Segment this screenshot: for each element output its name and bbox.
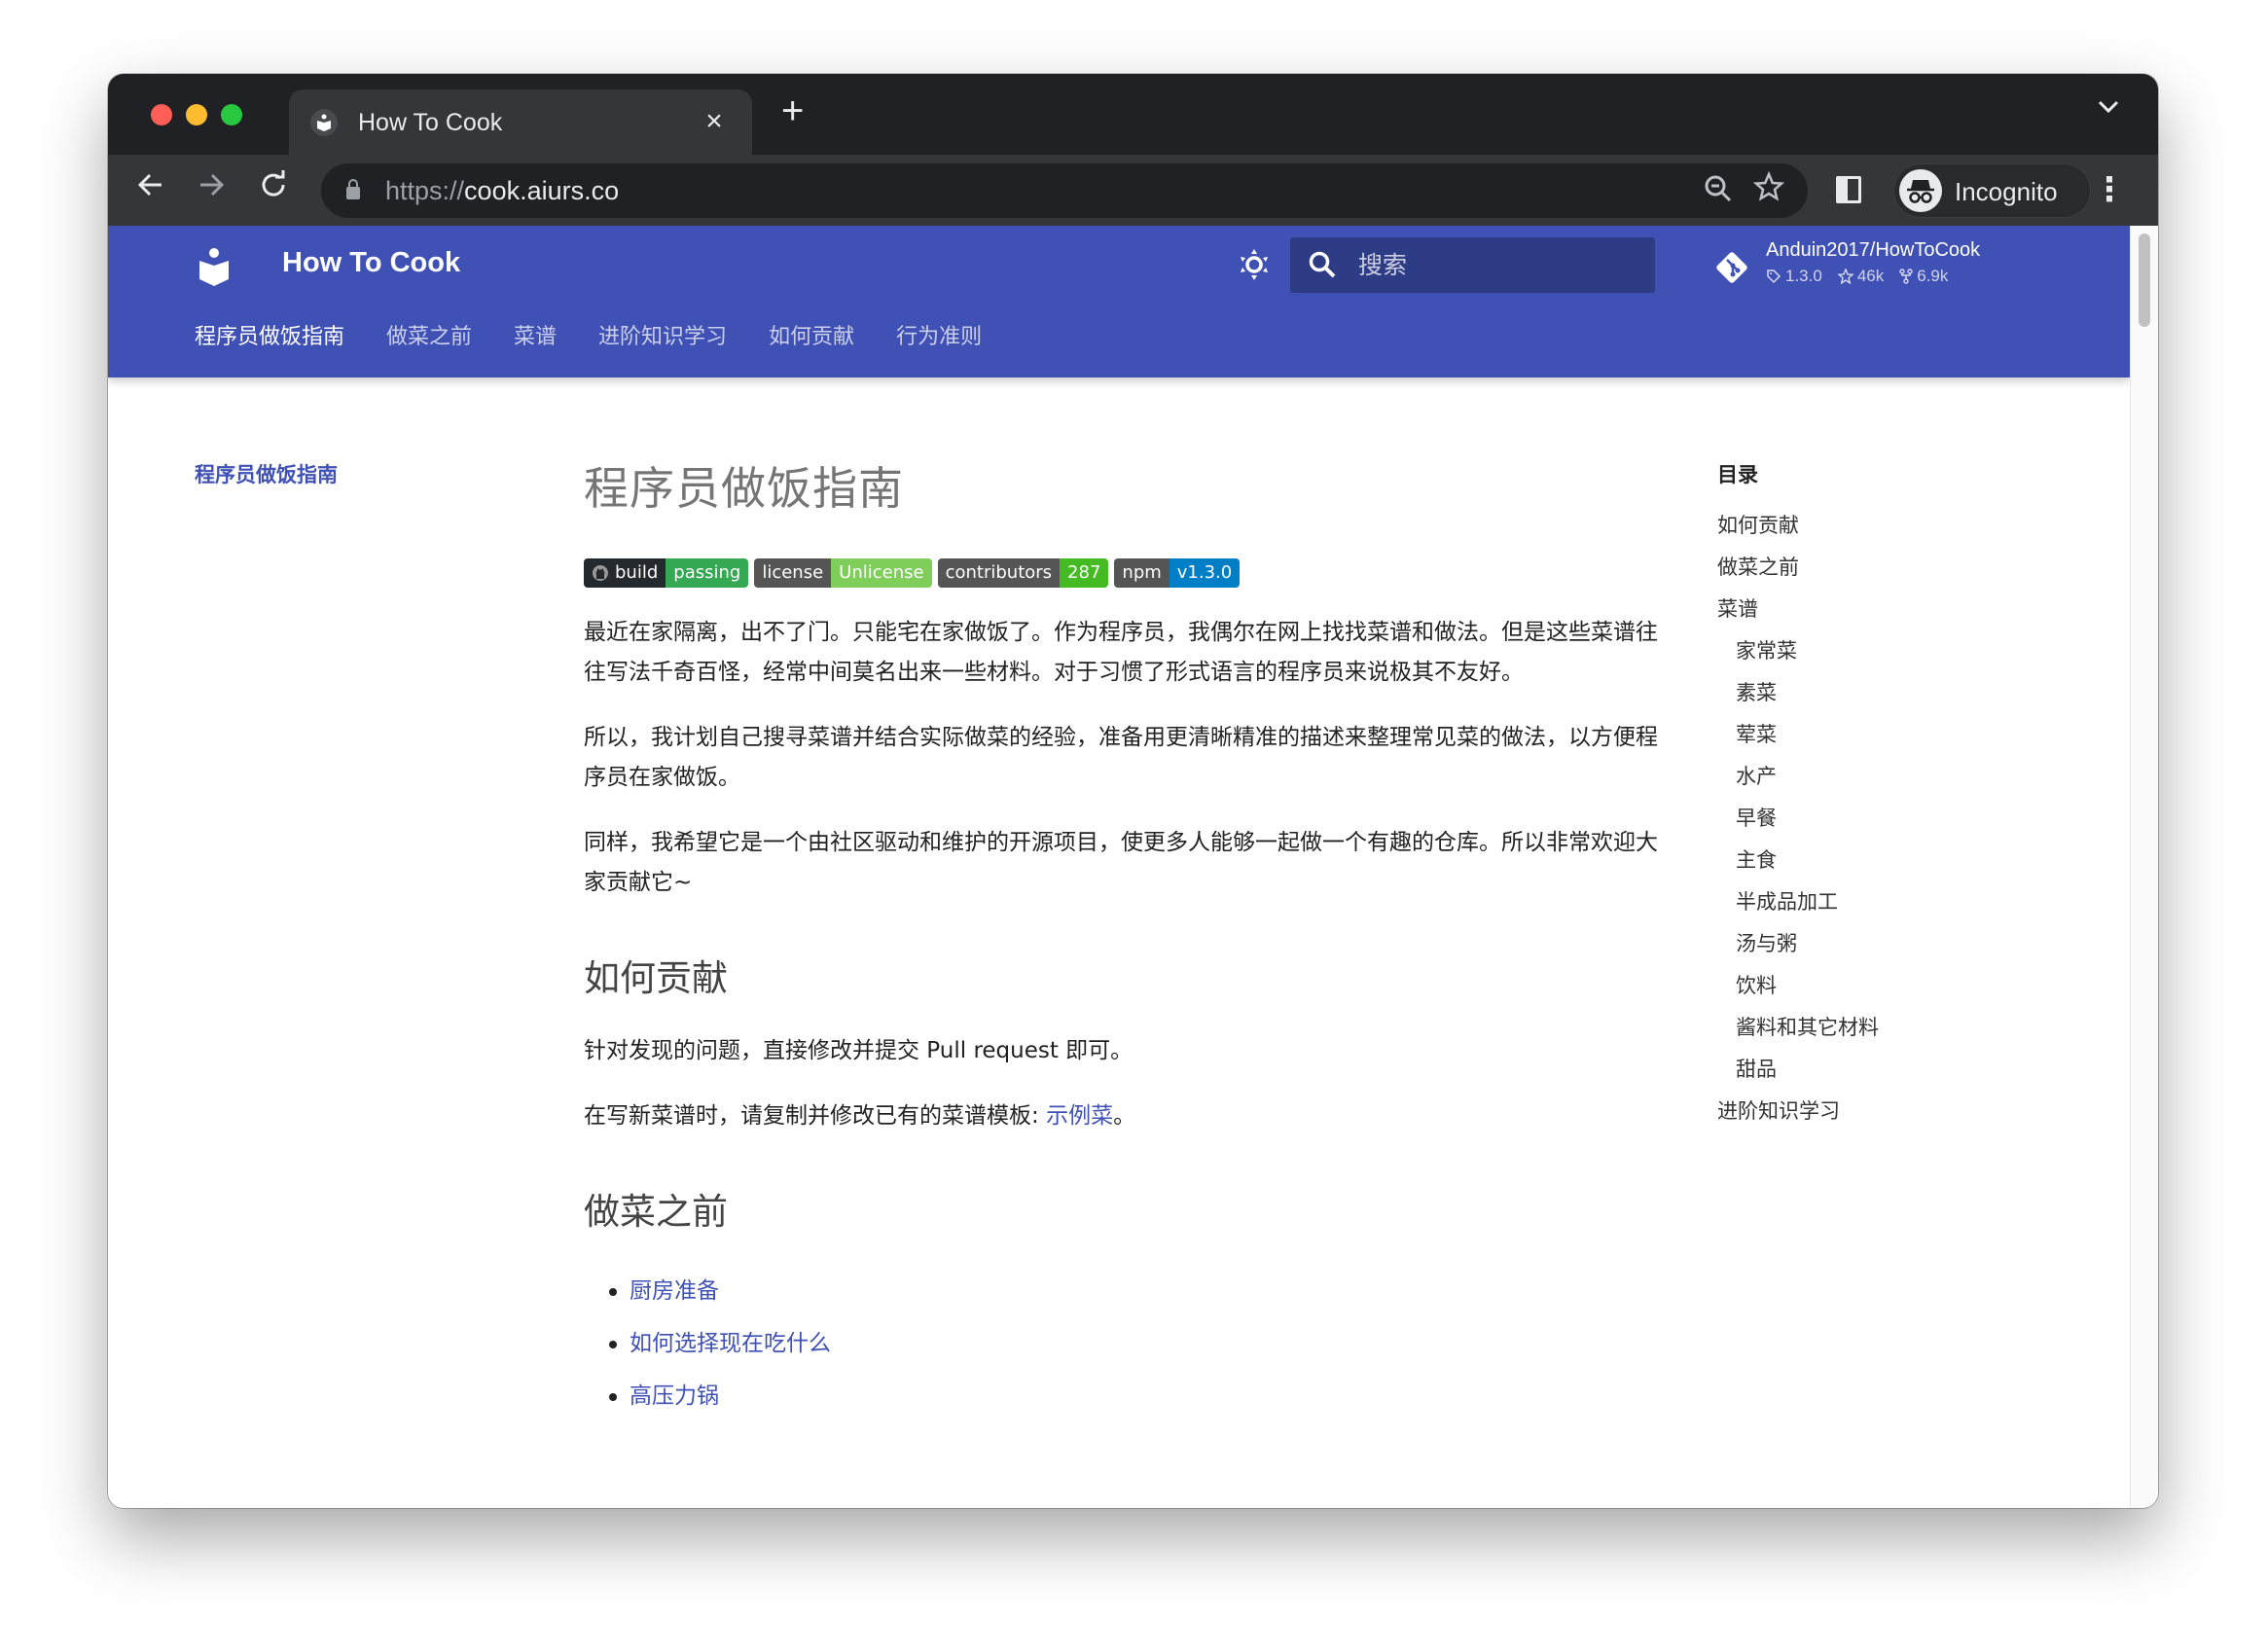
nav-tab-advanced[interactable]: 进阶知识学习 <box>598 319 727 350</box>
web-page: How To Cook Anduin2017/HowToCook 1.3 <box>108 226 2130 1508</box>
theme-toggle-icon[interactable] <box>1237 247 1272 282</box>
badge-contributors[interactable]: contributors 287 <box>937 558 1109 588</box>
intro-paragraph: 最近在家隔离，出不了门。只能宅在家做饭了。作为程序员，我偶尔在网上找找菜谱和做法… <box>584 620 1658 685</box>
badge-build[interactable]: build passing <box>584 558 749 588</box>
template-paragraph: 在写新菜谱时，请复制并修改已有的菜谱模板: 示例菜。 <box>584 1103 1136 1129</box>
side-panel-icon[interactable] <box>1836 176 1861 203</box>
toc-item[interactable]: 荤菜 <box>1717 714 1879 756</box>
zoom-out-icon[interactable] <box>1703 173 1734 211</box>
main-content: 程序员做饭指南 build passing license Unlicense … <box>584 459 1664 1422</box>
toc-item[interactable]: 早餐 <box>1717 798 1879 840</box>
pressure-cooker-link[interactable]: 高压力锅 <box>630 1383 719 1409</box>
repo-version: 1.3.0 <box>1766 267 1822 286</box>
toc-item[interactable]: 主食 <box>1717 840 1879 881</box>
browser-tab[interactable]: How To Cook × <box>289 90 752 155</box>
star-icon <box>1837 269 1853 284</box>
nav-tab-recipes[interactable]: 菜谱 <box>514 319 557 350</box>
lock-icon[interactable] <box>346 179 360 200</box>
toc-item[interactable]: 饮料 <box>1717 965 1879 1007</box>
nav-tab-code-of-conduct[interactable]: 行为准则 <box>896 319 982 350</box>
page-scrollbar[interactable] <box>2130 226 2158 1508</box>
new-tab-button[interactable]: + <box>781 91 804 130</box>
toc-item[interactable]: 做菜之前 <box>1717 547 1879 589</box>
fork-icon <box>1899 269 1913 284</box>
before-cooking-list: 厨房准备 如何选择现在吃什么 高压力锅 <box>584 1265 1664 1422</box>
tag-icon <box>1767 269 1781 284</box>
intro-paragraph: 同样，我希望它是一个由社区驱动和维护的开源项目，使更多人能够一起做一个有趣的仓库… <box>584 830 1658 895</box>
repo-facts: 1.3.0 46k 6.9k <box>1766 267 1948 286</box>
git-icon <box>1713 249 1750 286</box>
browser-menu-icon[interactable]: ⋮ <box>2093 168 2126 211</box>
browser-toolbar: https://cook.aiurs.co Incognito ⋮ <box>108 155 2158 226</box>
reload-button[interactable] <box>252 168 295 211</box>
toc-title: 目录 <box>1717 463 1758 486</box>
badge-license[interactable]: license Unlicense <box>754 558 932 588</box>
page-title: 程序员做饭指南 <box>584 462 904 515</box>
list-item: 厨房准备 <box>609 1265 1664 1317</box>
close-window-button[interactable] <box>151 104 172 126</box>
kitchen-prep-link[interactable]: 厨房准备 <box>630 1278 719 1304</box>
bookmark-star-icon[interactable] <box>1752 170 1785 210</box>
repo-name: Anduin2017/HowToCook <box>1766 239 1981 261</box>
tab-strip: How To Cook × + <box>108 74 2158 155</box>
incognito-profile-button[interactable]: Incognito <box>1893 163 2091 218</box>
site-title[interactable]: How To Cook <box>282 247 460 279</box>
toc-item[interactable]: 半成品加工 <box>1717 881 1879 923</box>
site-logo-icon[interactable] <box>198 247 231 286</box>
site-header: How To Cook Anduin2017/HowToCook 1.3 <box>108 226 2130 377</box>
list-item: 如何选择现在吃什么 <box>609 1317 1664 1370</box>
toc-item[interactable]: 菜谱 <box>1717 589 1879 630</box>
toc-item[interactable]: 甜品 <box>1717 1049 1879 1091</box>
nav-tab-guide[interactable]: 程序员做饭指南 <box>195 319 344 350</box>
site-favicon-icon <box>310 109 338 136</box>
toc-item[interactable]: 酱料和其它材料 <box>1717 1007 1879 1049</box>
back-button[interactable] <box>129 168 172 211</box>
intro-paragraph: 所以，我计划自己搜寻菜谱并结合实际做菜的经验，准备用更清晰精准的描述来整理常见菜… <box>584 725 1658 790</box>
example-recipe-link[interactable]: 示例菜 <box>1046 1103 1113 1129</box>
github-icon <box>593 565 608 581</box>
toc-item[interactable]: 进阶知识学习 <box>1717 1091 1879 1132</box>
badges-row: build passing license Unlicense contribu… <box>584 558 1664 588</box>
forward-button[interactable] <box>190 168 233 211</box>
badge-npm[interactable]: npm v1.3.0 <box>1114 558 1241 588</box>
tab-search-chevron-icon[interactable] <box>2098 93 2119 121</box>
maximize-window-button[interactable] <box>221 104 242 126</box>
table-of-contents: 目录 如何贡献 做菜之前 菜谱 家常菜 素菜 荤菜 水产 早餐 主食 半成品加工… <box>1717 459 1879 1132</box>
toc-item[interactable]: 家常菜 <box>1717 630 1879 672</box>
list-item: 高压力锅 <box>609 1370 1664 1422</box>
repo-stars: 46k <box>1837 267 1884 286</box>
url-text[interactable]: https://cook.aiurs.co <box>385 176 619 206</box>
nav-tab-contribute[interactable]: 如何贡献 <box>769 319 854 350</box>
repo-forks: 6.9k <box>1899 267 1948 286</box>
choose-what-to-eat-link[interactable]: 如何选择现在吃什么 <box>630 1331 831 1356</box>
toc-item[interactable]: 如何贡献 <box>1717 505 1879 547</box>
search-input[interactable] <box>1358 237 1640 293</box>
address-bar[interactable]: https://cook.aiurs.co <box>321 163 1808 218</box>
sidebar-item-guide[interactable]: 程序员做饭指南 <box>195 463 338 486</box>
toc-item[interactable]: 水产 <box>1717 756 1879 798</box>
tab-title: How To Cook <box>358 109 503 136</box>
toc-item[interactable]: 素菜 <box>1717 672 1879 714</box>
section-heading-contribute: 如何贡献 <box>584 957 728 999</box>
scrollbar-thumb[interactable] <box>2139 233 2150 327</box>
left-sidebar: 程序员做饭指南 <box>195 459 338 488</box>
close-tab-icon[interactable]: × <box>698 103 731 140</box>
search-box[interactable] <box>1290 237 1655 293</box>
minimize-window-button[interactable] <box>186 104 207 126</box>
browser-window: How To Cook × + https://cook.aiurs.co In… <box>108 74 2158 1508</box>
section-heading-before-cooking: 做菜之前 <box>584 1191 728 1233</box>
toc-item[interactable]: 汤与粥 <box>1717 923 1879 965</box>
incognito-label: Incognito <box>1955 177 2058 206</box>
nav-tab-before-cooking[interactable]: 做菜之前 <box>386 319 472 350</box>
search-icon <box>1308 250 1337 279</box>
incognito-icon <box>1899 169 1942 212</box>
contribute-paragraph: 针对发现的问题，直接修改并提交 Pull request 即可。 <box>584 1038 1134 1063</box>
site-nav-tabs: 程序员做饭指南 做菜之前 菜谱 进阶知识学习 如何贡献 行为准则 <box>195 319 1024 350</box>
